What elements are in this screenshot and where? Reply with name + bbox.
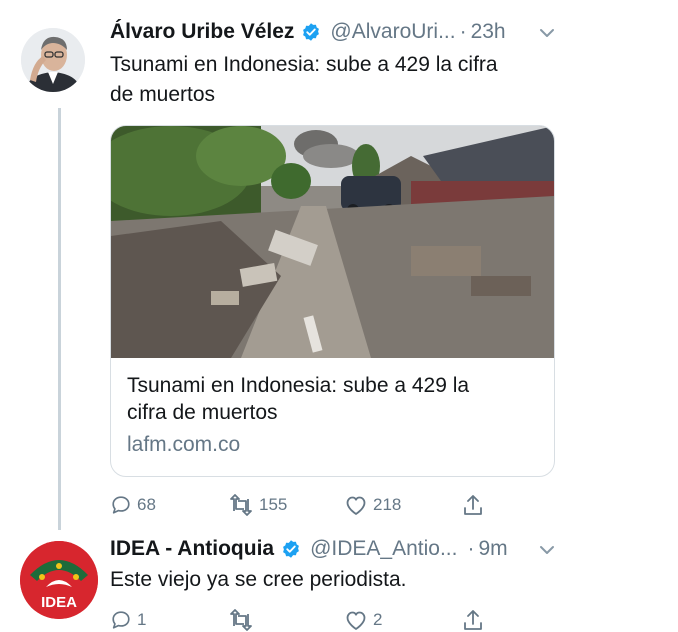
reply-icon xyxy=(112,496,130,514)
link-card-domain: lafm.com.co xyxy=(127,433,241,456)
like-button[interactable]: 2 xyxy=(344,609,382,631)
reply-count: 68 xyxy=(137,495,156,514)
tweet-header: IDEA - Antioquia @IDEA_Antio... · 9m xyxy=(110,537,508,561)
profile-photo xyxy=(21,28,85,92)
reply-button[interactable]: 68 xyxy=(110,494,156,516)
verified-badge-icon xyxy=(303,23,320,41)
link-card-title-line: cifra de muertos xyxy=(127,401,278,424)
retweet-count: 155 xyxy=(259,495,288,514)
timestamp[interactable]: 9m xyxy=(478,537,507,561)
avatar[interactable] xyxy=(21,28,85,92)
retweet-icon xyxy=(230,609,252,631)
username[interactable]: @IDEA_Antio... xyxy=(310,537,457,561)
idea-logo-text: IDEA xyxy=(41,594,77,611)
tweet-header: Álvaro Uribe Vélez @AlvaroUri... · 23h xyxy=(110,20,506,44)
chevron-down-icon[interactable] xyxy=(539,545,555,555)
link-card[interactable]: Tsunami en Indonesia: sube a 429 la cifr… xyxy=(110,125,555,477)
idea-logo: IDEA xyxy=(20,541,98,619)
retweet-button[interactable] xyxy=(228,609,259,631)
separator-dot: · xyxy=(459,20,467,43)
reply-count: 1 xyxy=(137,610,147,629)
heart-icon xyxy=(346,496,366,515)
link-card-title-line: Tsunami en Indonesia: sube a 429 la xyxy=(127,374,470,397)
share-button[interactable] xyxy=(462,608,489,632)
display-name[interactable]: Álvaro Uribe Vélez xyxy=(110,20,294,44)
link-card-image xyxy=(111,126,554,358)
reply-button[interactable]: 1 xyxy=(110,609,146,631)
chevron-down-icon[interactable] xyxy=(539,28,555,38)
tweet-text-line: Tsunami en Indonesia: sube a 429 la cifr… xyxy=(110,53,498,76)
retweet-button[interactable]: 155 xyxy=(228,494,287,516)
share-icon xyxy=(464,610,482,630)
like-count: 2 xyxy=(373,610,383,629)
heart-icon xyxy=(346,611,366,630)
timestamp[interactable]: 23h xyxy=(471,20,506,44)
link-card-title: Tsunami en Indonesia: sube a 429 la cifr… xyxy=(127,372,537,426)
display-name[interactable]: IDEA - Antioquia xyxy=(110,537,274,561)
verified-badge-icon xyxy=(283,540,300,558)
tweet-text: Tsunami en Indonesia: sube a 429 la cifr… xyxy=(110,50,498,110)
share-button[interactable] xyxy=(462,493,489,517)
reply-icon xyxy=(112,611,130,629)
thread-line xyxy=(58,108,61,530)
separator-dot: · xyxy=(467,537,475,560)
avatar[interactable]: IDEA xyxy=(20,541,98,619)
like-button[interactable]: 218 xyxy=(344,494,401,516)
share-icon xyxy=(464,495,482,515)
tweet-text: Este viejo ya se cree periodista. xyxy=(110,568,407,591)
tweet-text-line: de muertos xyxy=(110,83,216,106)
like-count: 218 xyxy=(373,495,402,514)
retweet-icon xyxy=(230,494,252,516)
username[interactable]: @AlvaroUri... xyxy=(330,20,455,44)
